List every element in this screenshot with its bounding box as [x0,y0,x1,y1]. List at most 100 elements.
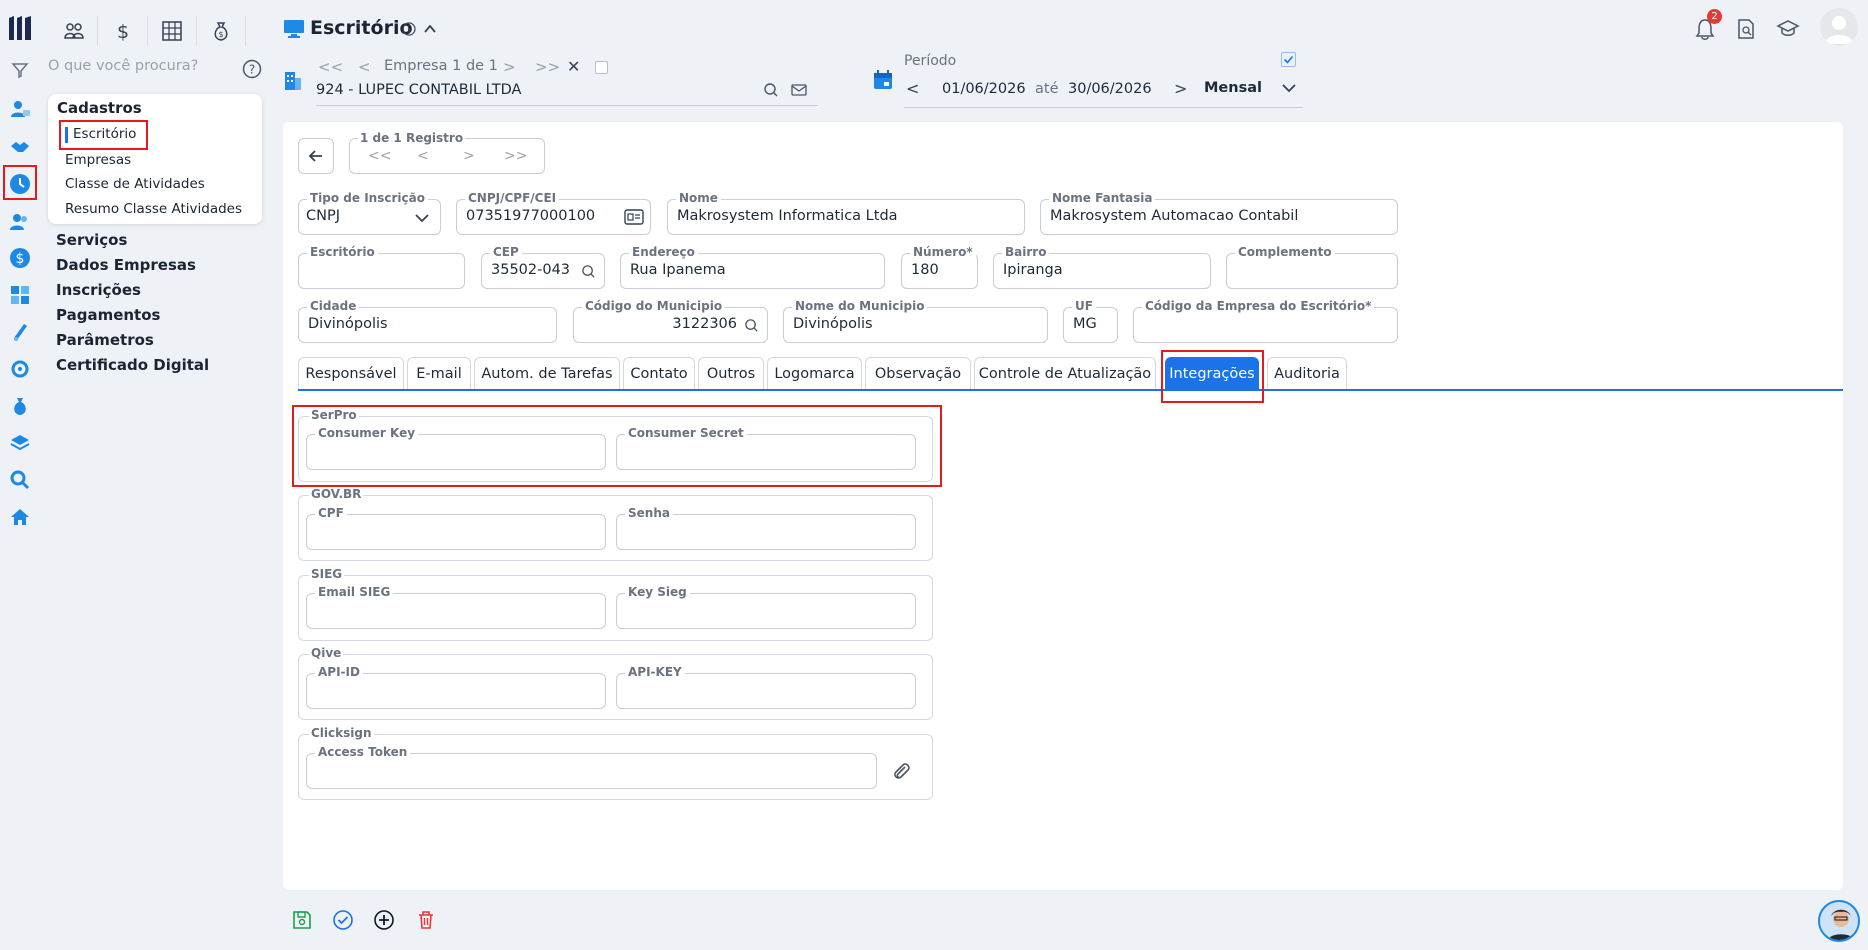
prev-company-button[interactable]: < [358,58,371,76]
cpf-field[interactable]: CPF [306,506,606,550]
submenu-empresas[interactable]: Empresas [65,152,131,168]
cod-municipio-field[interactable]: Código do Municipio 3122306 [573,299,768,343]
tab-autom-tarefas[interactable]: Autom. de Tarefas [474,357,620,389]
pen-icon[interactable] [8,320,32,344]
chevron-up-icon[interactable] [422,22,438,36]
clear-company-button[interactable]: ✕ [567,57,580,76]
complemento-field[interactable]: Complemento [1226,245,1398,289]
nome-field[interactable]: Nome Makrosystem Informatica Ltda [667,191,1025,235]
municipio-search-icon[interactable] [744,318,759,333]
id-card-icon[interactable] [624,209,644,225]
gear-network-icon[interactable] [8,357,32,381]
calculator-table-icon[interactable] [157,16,187,46]
menu-certificado-digital[interactable]: Certificado Digital [56,356,209,374]
nome-municipio-field[interactable]: Nome do Municipio Divinópolis [783,299,1048,343]
senha-field[interactable]: Senha [616,506,916,550]
users-icon[interactable] [59,16,89,46]
company-checkbox[interactable] [595,61,608,74]
search-box[interactable]: O que você procura? [48,58,238,80]
tab-outros[interactable]: Outros [698,357,764,389]
info-icon[interactable] [402,22,416,36]
period-mode-select[interactable]: Mensal [1204,80,1262,96]
search-icon[interactable] [8,468,32,492]
calculator-icon[interactable] [8,283,32,307]
tab-email[interactable]: E-mail [407,357,471,389]
search-input[interactable]: O que você procura? [48,58,198,74]
tab-contato[interactable]: Contato [623,357,695,389]
add-icon[interactable] [372,908,396,932]
submenu-classe-atividades[interactable]: Classe de Atividades [65,176,205,192]
key-sieg-field[interactable]: Key Sieg [616,585,916,629]
dollar-circle-icon[interactable]: $ [8,246,32,270]
tab-observacao[interactable]: Observação [865,357,971,389]
api-key-field[interactable]: API-KEY [616,665,916,709]
money-bag-outline-icon[interactable]: $ [206,16,236,46]
record-first-button[interactable]: << [368,148,391,164]
tab-controle-atualizacao[interactable]: Controle de Atualização [974,357,1156,389]
assistant-avatar[interactable] [1818,900,1860,942]
menu-parametros[interactable]: Parâmetros [56,331,154,349]
company-search-icon[interactable] [763,82,779,98]
first-company-button[interactable]: << [318,58,343,76]
company-select[interactable]: 924 - LUPEC CONTABIL LTDA [316,80,818,106]
avatar[interactable] [1820,8,1858,46]
home-icon[interactable] [8,505,32,529]
chevron-down-icon[interactable] [1281,82,1297,94]
periodo-checkbox[interactable] [1281,52,1296,67]
nome-fantasia-field[interactable]: Nome Fantasia Makrosystem Automacao Cont… [1040,191,1398,235]
endereco-field[interactable]: Endereço Rua Ipanema [620,245,885,289]
next-company-button[interactable]: > [503,58,516,76]
confirm-icon[interactable] [331,908,355,932]
uf-field[interactable]: UF MG [1063,299,1118,343]
document-search-icon[interactable] [1736,18,1756,40]
prev-period-button[interactable]: < [906,79,919,98]
numero-field[interactable]: Número* 180 [901,245,978,289]
graduation-cap-icon[interactable] [1776,18,1800,40]
person-card-icon[interactable] [8,97,32,121]
filter-icon[interactable] [8,58,32,82]
cod-empresa-escritorio-field[interactable]: Código da Empresa do Escritório* [1133,299,1398,343]
menu-servicos[interactable]: Serviços [56,231,127,249]
last-company-button[interactable]: >> [535,58,560,76]
mail-icon[interactable] [791,83,807,97]
record-next-button[interactable]: > [463,148,475,164]
menu-pagamentos[interactable]: Pagamentos [56,306,160,324]
notification-badge: 2 [1707,9,1722,24]
dollar-icon[interactable]: $ [108,16,138,46]
tab-auditoria[interactable]: Auditoria [1267,357,1347,389]
layers-icon[interactable] [8,431,32,455]
submenu-resumo-classe[interactable]: Resumo Classe Atividades [65,201,242,217]
api-id-field[interactable]: API-ID [306,665,606,709]
record-prev-button[interactable]: < [417,148,429,164]
tab-responsavel[interactable]: Responsável [298,357,404,389]
handshake-icon[interactable] [8,135,32,159]
integracoes-tab-highlight [1161,350,1264,403]
tipo-inscricao-select[interactable]: Tipo de Inscrição CNPJ [298,191,441,235]
help-icon[interactable]: ? [242,59,262,79]
bairro-field[interactable]: Bairro Ipiranga [993,245,1211,289]
tab-logomarca[interactable]: Logomarca [767,357,862,389]
menu-cadastros[interactable]: Cadastros [57,99,142,117]
cep-search-icon[interactable] [581,264,596,279]
period-from[interactable]: 01/06/2026 [942,81,1026,97]
escritorio-field[interactable]: Escritório [298,245,465,289]
email-sieg-field[interactable]: Email SIEG [306,585,606,629]
people-icon[interactable] [8,210,32,234]
back-button[interactable] [298,138,334,174]
company-name: 924 - LUPEC CONTABIL LTDA [316,82,522,98]
period-to[interactable]: 30/06/2026 [1068,81,1152,97]
monitor-icon [283,19,305,39]
cidade-field[interactable]: Cidade Divinópolis [298,299,557,343]
next-period-button[interactable]: > [1174,79,1187,98]
cnpj-field[interactable]: CNPJ/CPF/CEI 07351977000100 [456,191,651,235]
access-token-field[interactable]: Access Token [306,745,877,789]
record-last-button[interactable]: >> [504,148,527,164]
money-bag-icon[interactable] [8,394,32,418]
paperclip-icon[interactable] [890,760,912,782]
save-icon[interactable] [290,908,314,932]
app-logo[interactable] [6,14,36,42]
menu-inscricoes[interactable]: Inscrições [56,281,141,299]
cep-field[interactable]: CEP 35502-043 [481,245,605,289]
menu-dados-empresas[interactable]: Dados Empresas [56,256,196,274]
delete-icon[interactable] [414,908,438,932]
